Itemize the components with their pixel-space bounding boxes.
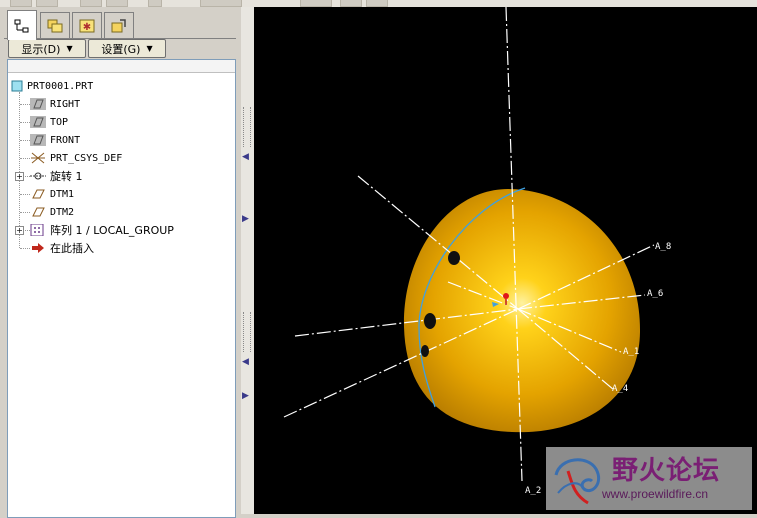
tree-root-item[interactable]: PRT0001.PRT	[11, 78, 93, 94]
model-tree-icon	[14, 19, 29, 32]
tree-connector	[20, 104, 30, 105]
axis-label-a2: A_2	[525, 486, 541, 496]
insert-here-arrow-icon	[32, 243, 44, 253]
settings-menu-label: 设置(G)	[101, 42, 141, 56]
tree-connector	[20, 248, 30, 249]
tree-item-label: 旋转 1	[50, 170, 83, 183]
datum-plane-icon	[32, 189, 45, 199]
tree-item-front[interactable]: FRONT	[30, 132, 80, 148]
dropdown-arrow-icon: ▼	[66, 44, 73, 53]
tree-item-insert-here[interactable]: 在此插入	[30, 240, 94, 256]
forum-logo-icon	[554, 458, 601, 505]
tree-item-label: FRONT	[50, 134, 81, 146]
expand-right-icon[interactable]: ▶	[242, 391, 249, 401]
tab-favorites[interactable]: ✱	[72, 12, 102, 39]
csys-marker	[503, 293, 509, 299]
toolbar-button[interactable]	[10, 0, 32, 7]
tree-item-label: RIGHT	[50, 98, 81, 110]
collapse-left-icon[interactable]: ◀	[242, 357, 249, 367]
favorites-icon: ✱	[79, 19, 95, 33]
watermark-title: 野火论坛	[612, 456, 721, 486]
toolbar-button[interactable]	[148, 0, 162, 7]
toolbar-button[interactable]	[200, 0, 242, 7]
svg-text:✱: ✱	[83, 22, 91, 33]
toolbar-button[interactable]	[366, 0, 388, 7]
datum-plane-icon	[30, 134, 46, 146]
tree-connector	[20, 122, 30, 123]
navigator-panel: ✱ 显示(D) ▼ 设置(G) ▼ PRT0001.PRT RIGHT TOP …	[0, 7, 241, 518]
toolbar-button[interactable]	[340, 0, 362, 7]
model-tree-header	[8, 60, 235, 73]
tree-connector	[20, 212, 30, 213]
tree-item-revolve[interactable]: 旋转 1	[30, 168, 83, 184]
datum-plane-icon	[32, 207, 45, 217]
expand-right-icon[interactable]: ▶	[242, 214, 249, 224]
tree-item-label: 阵列 1 / LOCAL_GROUP	[50, 224, 174, 237]
expand-icon[interactable]: +	[15, 172, 24, 181]
collapse-left-icon[interactable]: ◀	[242, 152, 249, 162]
tree-item-label: 在此插入	[50, 242, 94, 255]
watermark: 野火论坛 www.proewildfire.cn	[546, 447, 752, 510]
tree-item-top[interactable]: TOP	[30, 114, 68, 130]
navigator-tabs: ✱	[4, 10, 240, 40]
axis-label-a6: A_6	[647, 289, 663, 299]
watermark-url: www.proewildfire.cn	[602, 487, 709, 501]
dropdown-arrow-icon: ▼	[146, 44, 153, 53]
pattern-icon	[30, 224, 44, 236]
datum-plane-icon	[30, 116, 46, 128]
settings-menu-button[interactable]: 设置(G) ▼	[88, 39, 166, 58]
tree-item-pattern[interactable]: 阵列 1 / LOCAL_GROUP	[30, 222, 174, 238]
model-graphics[interactable]: A_8 A_6 A_1 A_4 A_2	[254, 7, 757, 514]
expand-icon[interactable]: +	[15, 226, 24, 235]
axis-label-a1: A_1	[623, 347, 639, 357]
axis-label-a4: A_4	[612, 384, 628, 394]
tree-item-label: TOP	[50, 116, 69, 128]
tree-connector	[20, 158, 30, 159]
coordinate-system-icon	[31, 152, 45, 164]
splitter-grip	[243, 107, 251, 147]
hole-feature	[448, 251, 460, 265]
show-menu-button[interactable]: 显示(D) ▼	[8, 39, 86, 58]
tab-folder-browser[interactable]	[40, 12, 70, 39]
part-icon	[11, 80, 23, 92]
tree-item-label: DTM1	[50, 188, 75, 200]
revolve-feature-icon	[30, 172, 46, 180]
tree-connector	[19, 92, 20, 248]
connections-icon	[111, 19, 126, 33]
tree-connector	[20, 140, 30, 141]
model-tree[interactable]: PRT0001.PRT RIGHT TOP FRONT PRT_CSYS_DEF…	[7, 59, 236, 518]
tree-item-right[interactable]: RIGHT	[30, 96, 80, 112]
datum-plane-icon	[30, 98, 46, 110]
tree-item-dtm1[interactable]: DTM1	[30, 186, 74, 202]
toolbar-button[interactable]	[106, 0, 128, 7]
axis-label-a8: A_8	[655, 242, 671, 252]
toolbar-button[interactable]	[300, 0, 332, 7]
hole-feature	[424, 313, 436, 329]
tree-item-dtm2[interactable]: DTM2	[30, 204, 74, 220]
tree-item-csys[interactable]: PRT_CSYS_DEF	[30, 150, 122, 166]
tree-connector	[20, 194, 30, 195]
show-menu-label: 显示(D)	[21, 42, 61, 56]
tab-model-tree[interactable]	[7, 10, 37, 40]
toolbar-button[interactable]	[80, 0, 102, 7]
folder-browser-icon	[47, 19, 63, 33]
graphics-viewport[interactable]: A_8 A_6 A_1 A_4 A_2	[254, 7, 757, 514]
toolbar-button[interactable]	[36, 0, 58, 7]
splitter-grip	[243, 312, 251, 352]
tree-item-label: DTM2	[50, 206, 75, 218]
tab-connections[interactable]	[104, 12, 134, 39]
tree-root-label: PRT0001.PRT	[27, 80, 94, 92]
hole-feature	[421, 345, 429, 357]
tree-item-label: PRT_CSYS_DEF	[50, 152, 123, 164]
panel-splitter[interactable]: ◀ ▶ ◀ ▶	[241, 7, 254, 514]
